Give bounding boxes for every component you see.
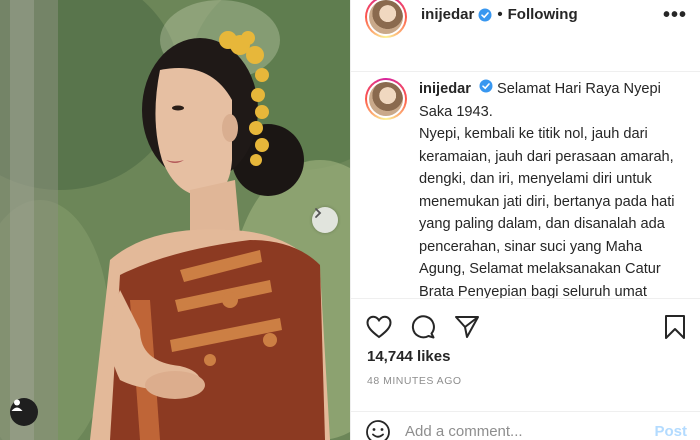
tag-user-button[interactable]: [10, 398, 38, 426]
caption-avatar[interactable]: [365, 78, 407, 120]
caption-avatar-inner: [367, 80, 405, 118]
caption-text: inijedar Selamat Hari Raya Nyepi Saka 19…: [419, 78, 687, 298]
photo-illustration: [0, 0, 350, 440]
separator-dot: •: [497, 6, 503, 23]
comment-bubble-icon: [411, 315, 435, 339]
post-side-panel: inijedar • Following ••• inijedar Selama…: [350, 0, 700, 440]
header-user-info: inijedar • Following: [421, 6, 578, 23]
heart-icon: [366, 315, 392, 339]
save-button[interactable]: [661, 313, 689, 341]
chevron-right-icon: [315, 208, 322, 218]
carousel-next-button[interactable]: [312, 207, 338, 233]
header-username[interactable]: inijedar: [421, 6, 474, 23]
caption-body: Nyepi, kembali ke titik nol, jauh dari k…: [419, 126, 675, 298]
avatar[interactable]: [365, 0, 407, 38]
comment-button[interactable]: [409, 313, 437, 341]
caption-avatar-image: [369, 82, 403, 116]
caption-username[interactable]: inijedar: [419, 81, 471, 97]
like-button[interactable]: [365, 313, 393, 341]
actions-bar: 14,744 likes 48 MINUTES AGO Post: [351, 298, 700, 440]
following-button[interactable]: Following: [508, 6, 578, 23]
bookmark-icon: [665, 315, 685, 339]
likes-count[interactable]: 14,744 likes: [367, 348, 450, 365]
more-options-button[interactable]: •••: [663, 4, 687, 27]
post-photo[interactable]: [0, 0, 350, 440]
caption-area: inijedar Selamat Hari Raya Nyepi Saka 19…: [351, 72, 700, 298]
share-button[interactable]: [453, 313, 481, 341]
verified-badge-icon: [479, 79, 493, 93]
verified-badge-icon: [478, 8, 492, 22]
comment-row: Post: [351, 411, 700, 440]
post-header: inijedar • Following •••: [351, 0, 700, 72]
avatar-image: [369, 0, 403, 34]
post-comment-button[interactable]: Post: [654, 423, 687, 440]
paper-plane-icon: [455, 316, 479, 338]
comment-input[interactable]: [405, 423, 635, 440]
smiley-icon[interactable]: [365, 419, 391, 440]
user-tag-icon: [11, 399, 23, 411]
post-timestamp[interactable]: 48 MINUTES AGO: [367, 375, 462, 387]
avatar-inner: [367, 0, 405, 36]
action-icons-row: [365, 313, 481, 341]
